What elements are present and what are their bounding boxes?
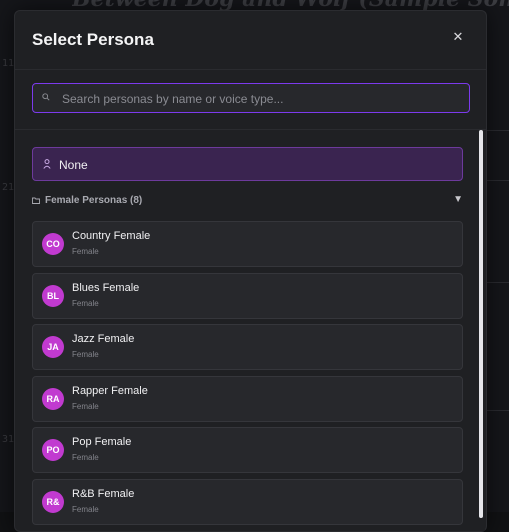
persona-voice-type: Female xyxy=(72,350,99,359)
avatar: RA xyxy=(42,388,64,410)
persona-voice-type: Female xyxy=(72,247,99,256)
persona-name: Jazz Female xyxy=(72,333,135,345)
persona-option-none[interactable]: None xyxy=(32,147,463,181)
persona-item[interactable]: CO Country Female Female xyxy=(32,221,463,267)
persona-item[interactable]: BL Blues Female Female xyxy=(32,273,463,319)
search-icon xyxy=(42,93,50,101)
folder-icon xyxy=(32,197,40,204)
scrollbar-thumb[interactable] xyxy=(479,130,483,518)
persona-voice-type: Female xyxy=(72,453,99,462)
persona-name: Country Female xyxy=(72,230,151,242)
avatar: CO xyxy=(42,233,64,255)
avatar: JA xyxy=(42,336,64,358)
background-divider xyxy=(485,180,509,181)
persona-name: Blues Female xyxy=(72,282,140,294)
dialog-header: Select Persona ✕ xyxy=(15,11,486,70)
persona-item[interactable]: RA Rapper Female Female xyxy=(32,376,463,422)
background-line-number: 31 xyxy=(2,434,15,445)
group-label: Female Personas (8) xyxy=(45,195,143,206)
persona-name: Rapper Female xyxy=(72,385,148,397)
background-line-number: 21 xyxy=(2,182,15,193)
persona-name: Pop Female xyxy=(72,436,132,448)
background-divider xyxy=(485,282,509,283)
persona-option-none-label: None xyxy=(59,158,88,172)
persona-item[interactable]: PO Pop Female Female xyxy=(32,427,463,473)
background-line-number: 11 xyxy=(2,58,15,69)
background-divider xyxy=(485,410,509,411)
close-icon[interactable]: ✕ xyxy=(450,29,466,45)
persona-item[interactable]: R& R&B Female Female xyxy=(32,479,463,525)
scrollbar[interactable] xyxy=(479,130,485,531)
persona-voice-type: Female xyxy=(72,402,99,411)
persona-item[interactable]: JA Jazz Female Female xyxy=(32,324,463,370)
select-persona-dialog: Select Persona ✕ None Female Personas (8… xyxy=(14,10,487,532)
search-input[interactable] xyxy=(60,84,464,114)
persona-name: R&B Female xyxy=(72,488,135,500)
persona-voice-type: Female xyxy=(72,299,99,308)
persona-list: None Female Personas (8) ▼ CO Country Fe… xyxy=(15,130,486,531)
group-header-female[interactable]: Female Personas (8) ▼ xyxy=(32,194,463,208)
avatar: BL xyxy=(42,285,64,307)
persona-voice-type: Female xyxy=(72,505,99,514)
background-divider xyxy=(485,130,509,131)
dialog-title: Select Persona xyxy=(32,30,154,49)
search-section xyxy=(15,69,486,130)
chevron-down-icon[interactable]: ▼ xyxy=(453,194,463,205)
avatar: R& xyxy=(42,491,64,513)
search-field[interactable] xyxy=(32,83,470,114)
user-icon xyxy=(43,159,51,169)
avatar: PO xyxy=(42,439,64,461)
